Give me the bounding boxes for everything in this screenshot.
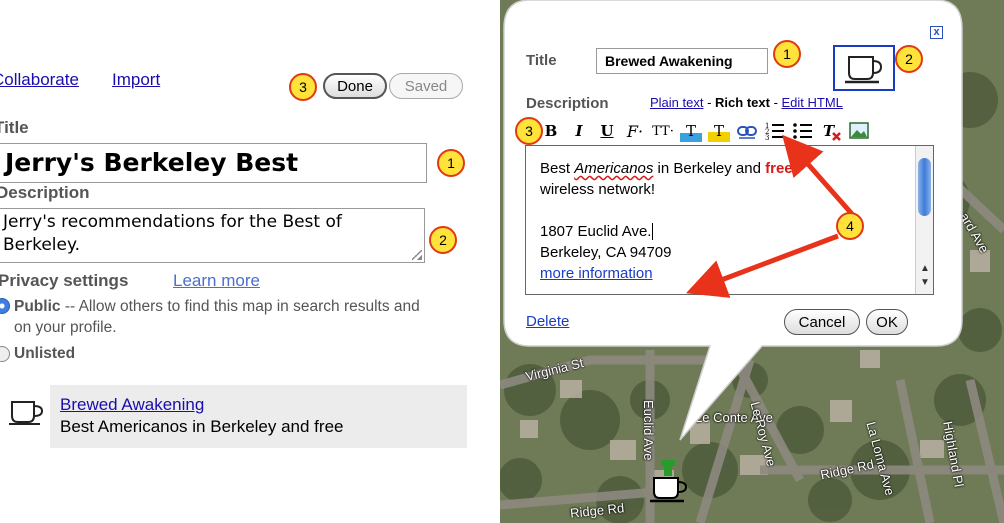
annotation-arrows (685, 134, 854, 298)
public-option-text: Public -- Allow others to find this map … (14, 296, 434, 338)
place-name-link[interactable]: Brewed Awakening (60, 395, 204, 415)
learn-more-link[interactable]: Learn more (173, 271, 260, 291)
public-radio[interactable] (0, 298, 10, 314)
collaborate-link[interactable]: Collaborate (0, 70, 79, 90)
saved-button[interactable]: Saved (389, 73, 463, 99)
map-settings-panel: Collaborate Import 3 Done Saved Title Je… (0, 0, 500, 523)
callout-badge: 3 (289, 73, 317, 101)
description-text: Jerry's recommendations for the Best of … (3, 212, 342, 255)
resize-grip-icon[interactable] (412, 250, 422, 260)
unlisted-label: Unlisted (14, 345, 76, 362)
title-label: Title (0, 118, 29, 137)
coffee-cup-icon (9, 401, 44, 425)
map-title-input[interactable]: Jerry's Berkeley Best (0, 143, 427, 183)
callout-badge: 2 (429, 226, 457, 254)
callout-badge: 1 (437, 149, 465, 177)
callout-badge: 4 (836, 212, 864, 240)
public-description: -- Allow others to find this map in sear… (14, 298, 420, 336)
map-view[interactable]: Virginia St Euclid Ave Le Conte Ave Le R… (500, 0, 1004, 523)
description-label: Description (0, 183, 90, 202)
done-button[interactable]: Done (323, 73, 387, 99)
privacy-settings-label: Privacy settings (0, 271, 129, 290)
place-description: Best Americanos in Berkeley and free (60, 417, 344, 436)
import-link[interactable]: Import (112, 70, 160, 90)
unlisted-radio[interactable] (0, 346, 10, 362)
public-label: Public (14, 298, 61, 315)
map-description-textarea[interactable]: Jerry's recommendations for the Best of … (0, 208, 425, 263)
